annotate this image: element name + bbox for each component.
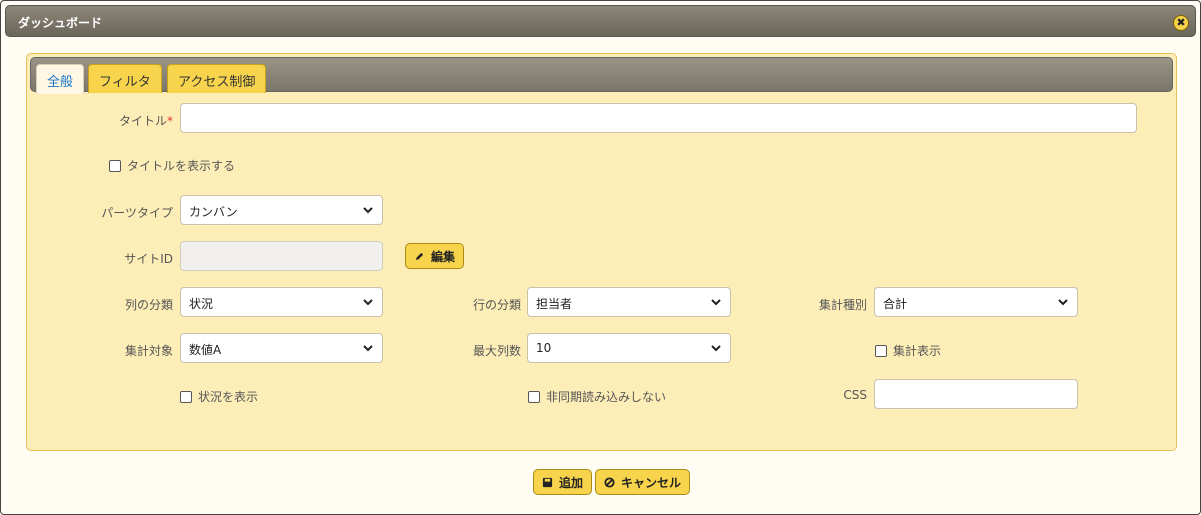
- tab-bar: 全般 フィルタ アクセス制御: [30, 57, 1173, 94]
- css-input[interactable]: [874, 379, 1078, 409]
- show-status-checkbox[interactable]: 状況を表示: [180, 388, 258, 405]
- parts-type-value: カンバン: [189, 205, 238, 219]
- cancel-button-label: キャンセル: [621, 475, 682, 490]
- show-title-label: タイトルを表示する: [127, 159, 236, 173]
- chevron-down-icon: [711, 299, 721, 306]
- show-title-checkbox[interactable]: タイトルを表示する: [109, 157, 235, 174]
- no-async-checkbox[interactable]: 非同期読み込みしない: [528, 388, 666, 405]
- show-title-box[interactable]: [109, 159, 121, 172]
- row-group-value: 担当者: [536, 297, 573, 311]
- row-group-label: 行の分類: [472, 298, 521, 312]
- cancel-icon: [604, 476, 615, 488]
- chevron-down-icon: [363, 345, 373, 352]
- title-label: タイトル*: [61, 112, 173, 129]
- agg-type-select[interactable]: 合計: [874, 287, 1078, 317]
- tab-filter-label: フィルタ: [99, 75, 151, 90]
- agg-target-value: 数値A: [189, 343, 222, 357]
- site-id-label: サイトID: [124, 252, 173, 266]
- agg-type-label: 集計種別: [818, 298, 867, 312]
- show-status-box[interactable]: [180, 390, 192, 403]
- edit-button[interactable]: 編集: [405, 243, 465, 269]
- chevron-down-icon: [711, 345, 721, 352]
- dialog-titlebar[interactable]: ダッシュボード ✖: [5, 5, 1196, 37]
- show-status-label: 状況を表示: [198, 390, 259, 404]
- agg-type-value: 合計: [883, 297, 908, 311]
- row-group-select[interactable]: 担当者: [527, 287, 731, 317]
- save-icon: [542, 477, 553, 487]
- max-columns-label: 最大列数: [472, 344, 521, 358]
- column-group-label: 列の分類: [124, 298, 173, 312]
- parts-type-label: パーツタイプ: [101, 206, 173, 220]
- css-label: CSS: [843, 388, 867, 402]
- tab-filter[interactable]: フィルタ: [88, 64, 162, 93]
- site-id-input: [180, 241, 383, 271]
- tab-access-control[interactable]: アクセス制御: [167, 64, 267, 93]
- cancel-button[interactable]: キャンセル: [595, 469, 691, 495]
- add-button[interactable]: 追加: [533, 469, 593, 495]
- show-agg-checkbox[interactable]: 集計表示: [875, 342, 941, 359]
- chevron-down-icon: [1058, 299, 1068, 306]
- tab-general[interactable]: 全般: [36, 64, 85, 94]
- dialog-title: ダッシュボード: [18, 16, 103, 30]
- parts-type-select[interactable]: カンバン: [180, 195, 383, 225]
- title-label-text: タイトル: [118, 114, 167, 128]
- close-icon[interactable]: ✖: [1173, 15, 1189, 31]
- pencil-icon: [415, 252, 424, 260]
- column-group-value: 状況: [189, 297, 214, 311]
- add-button-label: 追加: [559, 475, 584, 490]
- max-columns-select[interactable]: 10: [527, 333, 731, 363]
- title-input[interactable]: [180, 103, 1137, 133]
- dashboard-dialog: ダッシュボード ✖ 全般 フィルタ アクセス制御 タイトル* タイトルを表示する…: [0, 0, 1201, 515]
- agg-target-label: 集計対象: [124, 344, 173, 358]
- max-columns-value: 10: [536, 341, 552, 355]
- show-agg-box[interactable]: [875, 344, 887, 357]
- show-agg-label: 集計表示: [893, 344, 942, 358]
- no-async-label: 非同期読み込みしない: [546, 390, 667, 404]
- no-async-box[interactable]: [528, 390, 540, 403]
- tab-general-label: 全般: [47, 75, 74, 90]
- required-marker: *: [167, 114, 173, 128]
- edit-button-label: 編集: [431, 249, 456, 264]
- agg-target-select[interactable]: 数値A: [180, 333, 383, 363]
- column-group-select[interactable]: 状況: [180, 287, 383, 317]
- tab-access-control-label: アクセス制御: [178, 75, 256, 90]
- chevron-down-icon: [363, 207, 373, 214]
- chevron-down-icon: [363, 299, 373, 306]
